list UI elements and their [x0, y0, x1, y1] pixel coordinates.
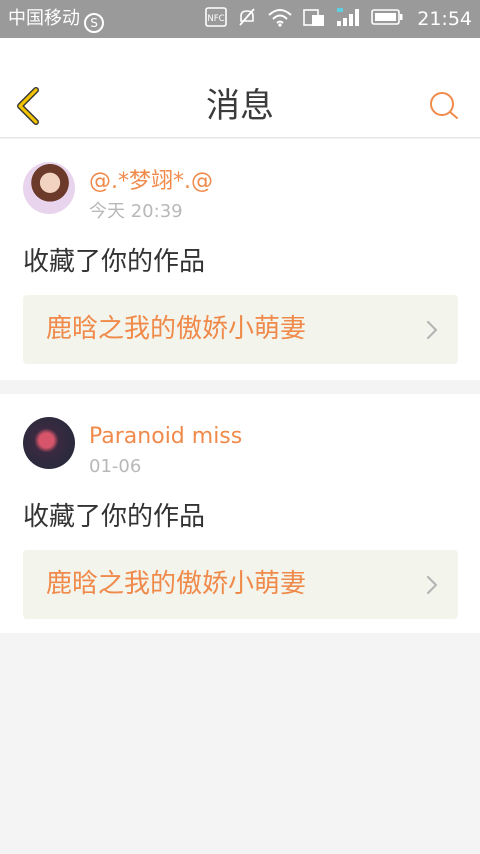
message-text: 收藏了你的作品 — [23, 502, 206, 532]
search-icon — [430, 92, 458, 119]
clock: 21:54 — [417, 8, 472, 30]
carrier-name: 中国移动 — [8, 8, 80, 29]
mute-icon — [237, 7, 257, 31]
chevron-right-icon — [426, 320, 438, 340]
nfc-icon: NFC — [205, 7, 228, 31]
header: 消息 — [0, 38, 480, 138]
battery-icon — [371, 8, 403, 30]
data-icon — [303, 7, 325, 31]
work-link[interactable]: 鹿晗之我的傲娇小萌妻 — [23, 295, 458, 364]
carrier-s-icon: S — [84, 13, 104, 33]
message-text: 收藏了你的作品 — [23, 247, 206, 277]
signal-icon — [335, 7, 361, 31]
username[interactable]: Paranoid miss — [89, 423, 242, 451]
message-card: Paranoid miss 01-06 收藏了你的作品 鹿晗之我的傲娇小萌妻 — [0, 394, 480, 633]
timestamp: 今天 20:39 — [89, 201, 183, 222]
search-button[interactable] — [428, 90, 460, 122]
timestamp: 01-06 — [89, 456, 142, 477]
chevron-right-icon — [426, 575, 438, 595]
work-link[interactable]: 鹿晗之我的傲娇小萌妻 — [23, 550, 458, 619]
username[interactable]: @.*梦翊*.@ — [89, 168, 213, 196]
work-title: 鹿晗之我的傲娇小萌妻 — [46, 569, 307, 599]
wifi-icon — [267, 7, 293, 31]
avatar[interactable] — [23, 162, 75, 214]
status-icons: NFC 21:54 — [205, 7, 472, 31]
nfc-label: NFC — [208, 14, 225, 24]
avatar[interactable] — [23, 417, 75, 469]
status-bar: 中国移动 S NFC 21:54 — [0, 0, 480, 38]
page-title: 消息 — [206, 86, 274, 126]
message-card: @.*梦翊*.@ 今天 20:39 收藏了你的作品 鹿晗之我的傲娇小萌妻 — [0, 139, 480, 380]
work-title: 鹿晗之我的傲娇小萌妻 — [46, 314, 307, 344]
carrier: 中国移动 S — [8, 8, 104, 33]
